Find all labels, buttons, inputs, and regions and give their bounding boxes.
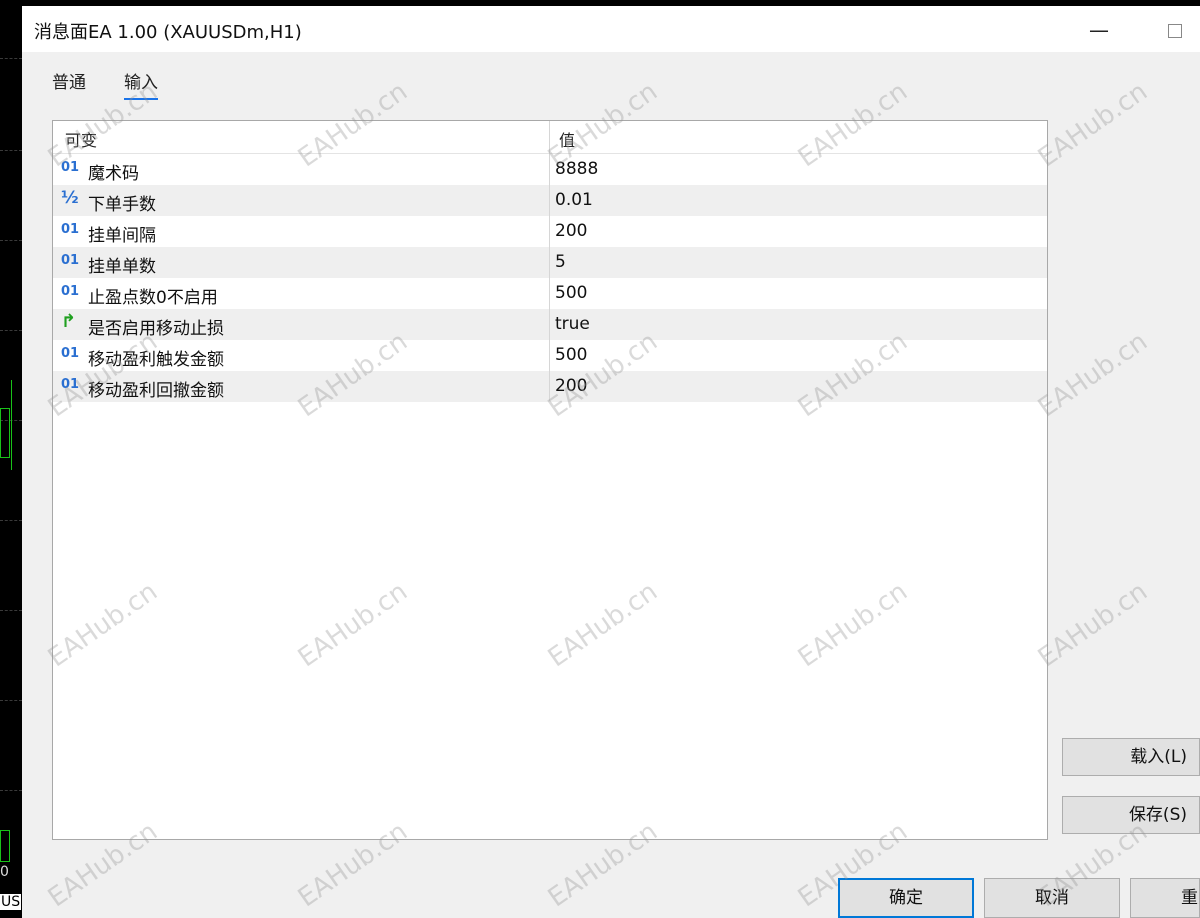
column-header-variable[interactable]: 可变 (65, 127, 97, 151)
param-value[interactable]: 200 (555, 376, 587, 396)
cancel-button[interactable]: 取消 (984, 878, 1120, 918)
tab-general[interactable]: 普通 (52, 68, 86, 98)
load-button[interactable]: 载入(L) (1062, 738, 1200, 776)
table-header: 可变 值 (53, 121, 1047, 154)
inputs-table: 可变 值 01 魔术码 8888 ½ 下单手数 0.01 01 挂单间隔 200… (52, 120, 1048, 840)
int-type-icon: 01 (61, 160, 80, 175)
maximize-icon (1168, 23, 1182, 38)
bool-type-icon: ↱ (61, 311, 77, 332)
maximize-button[interactable] (1152, 14, 1198, 46)
param-name: 下单手数 (88, 195, 156, 215)
int-type-icon: 01 (61, 377, 80, 392)
ok-button[interactable]: 确定 (838, 878, 974, 918)
int-type-icon: 01 (61, 284, 80, 299)
reset-button[interactable]: 重置 (1130, 878, 1200, 918)
table-row[interactable]: 01 魔术码 8888 (53, 154, 1047, 185)
grid-line (0, 520, 22, 521)
grid-line (0, 330, 22, 331)
tab-inputs[interactable]: 输入 (124, 68, 158, 100)
candle-wick (11, 380, 12, 470)
param-value[interactable]: true (555, 314, 590, 334)
grid-line (0, 150, 22, 151)
param-name: 魔术码 (88, 164, 139, 184)
title-bar[interactable]: 消息面EA 1.00 (XAUUSDm,H1) — (22, 6, 1200, 52)
column-divider[interactable] (549, 121, 550, 401)
minimize-button[interactable]: — (1076, 14, 1122, 46)
table-row[interactable]: 01 挂单单数 5 (53, 247, 1047, 278)
minimize-icon: — (1089, 18, 1109, 42)
int-type-icon: 01 (61, 346, 80, 361)
param-name: 挂单单数 (88, 257, 156, 277)
column-header-value[interactable]: 值 (559, 127, 575, 151)
grid-line (0, 58, 22, 59)
table-row[interactable]: 01 挂单间隔 200 (53, 216, 1047, 247)
param-value[interactable]: 200 (555, 221, 587, 241)
param-value[interactable]: 0.01 (555, 190, 593, 210)
candle (0, 830, 10, 862)
param-name: 移动盈利回撤金额 (88, 381, 224, 401)
param-value[interactable]: 5 (555, 252, 566, 272)
candle (0, 408, 10, 458)
param-name: 是否启用移动止损 (88, 319, 224, 339)
table-row[interactable]: ↱ 是否启用移动止损 true (53, 309, 1047, 340)
param-name: 挂单间隔 (88, 226, 156, 246)
param-value[interactable]: 500 (555, 345, 587, 365)
param-name: 移动盈利触发金额 (88, 350, 224, 370)
grid-line (0, 240, 22, 241)
param-value[interactable]: 8888 (555, 159, 598, 179)
table-row[interactable]: 01 止盈点数0不启用 500 (53, 278, 1047, 309)
grid-line (0, 610, 22, 611)
ea-properties-dialog: 消息面EA 1.00 (XAUUSDm,H1) — 普通 输入 可变 值 01 … (22, 6, 1200, 918)
param-name: 止盈点数0不启用 (88, 288, 218, 308)
int-type-icon: 01 (61, 222, 80, 237)
save-button[interactable]: 保存(S) (1062, 796, 1200, 834)
grid-line (0, 700, 22, 701)
symbol-label: US (0, 894, 22, 910)
background-chart-edge: 0 US (0, 0, 22, 918)
table-row[interactable]: 01 移动盈利触发金额 500 (53, 340, 1047, 371)
param-value[interactable]: 500 (555, 283, 587, 303)
double-type-icon: ½ (61, 188, 79, 208)
window-title: 消息面EA 1.00 (XAUUSDm,H1) (34, 22, 302, 43)
table-row[interactable]: 01 移动盈利回撤金额 200 (53, 371, 1047, 402)
grid-line (0, 790, 22, 791)
int-type-icon: 01 (61, 253, 80, 268)
table-row[interactable]: ½ 下单手数 0.01 (53, 185, 1047, 216)
price-label: 0 (0, 864, 9, 880)
